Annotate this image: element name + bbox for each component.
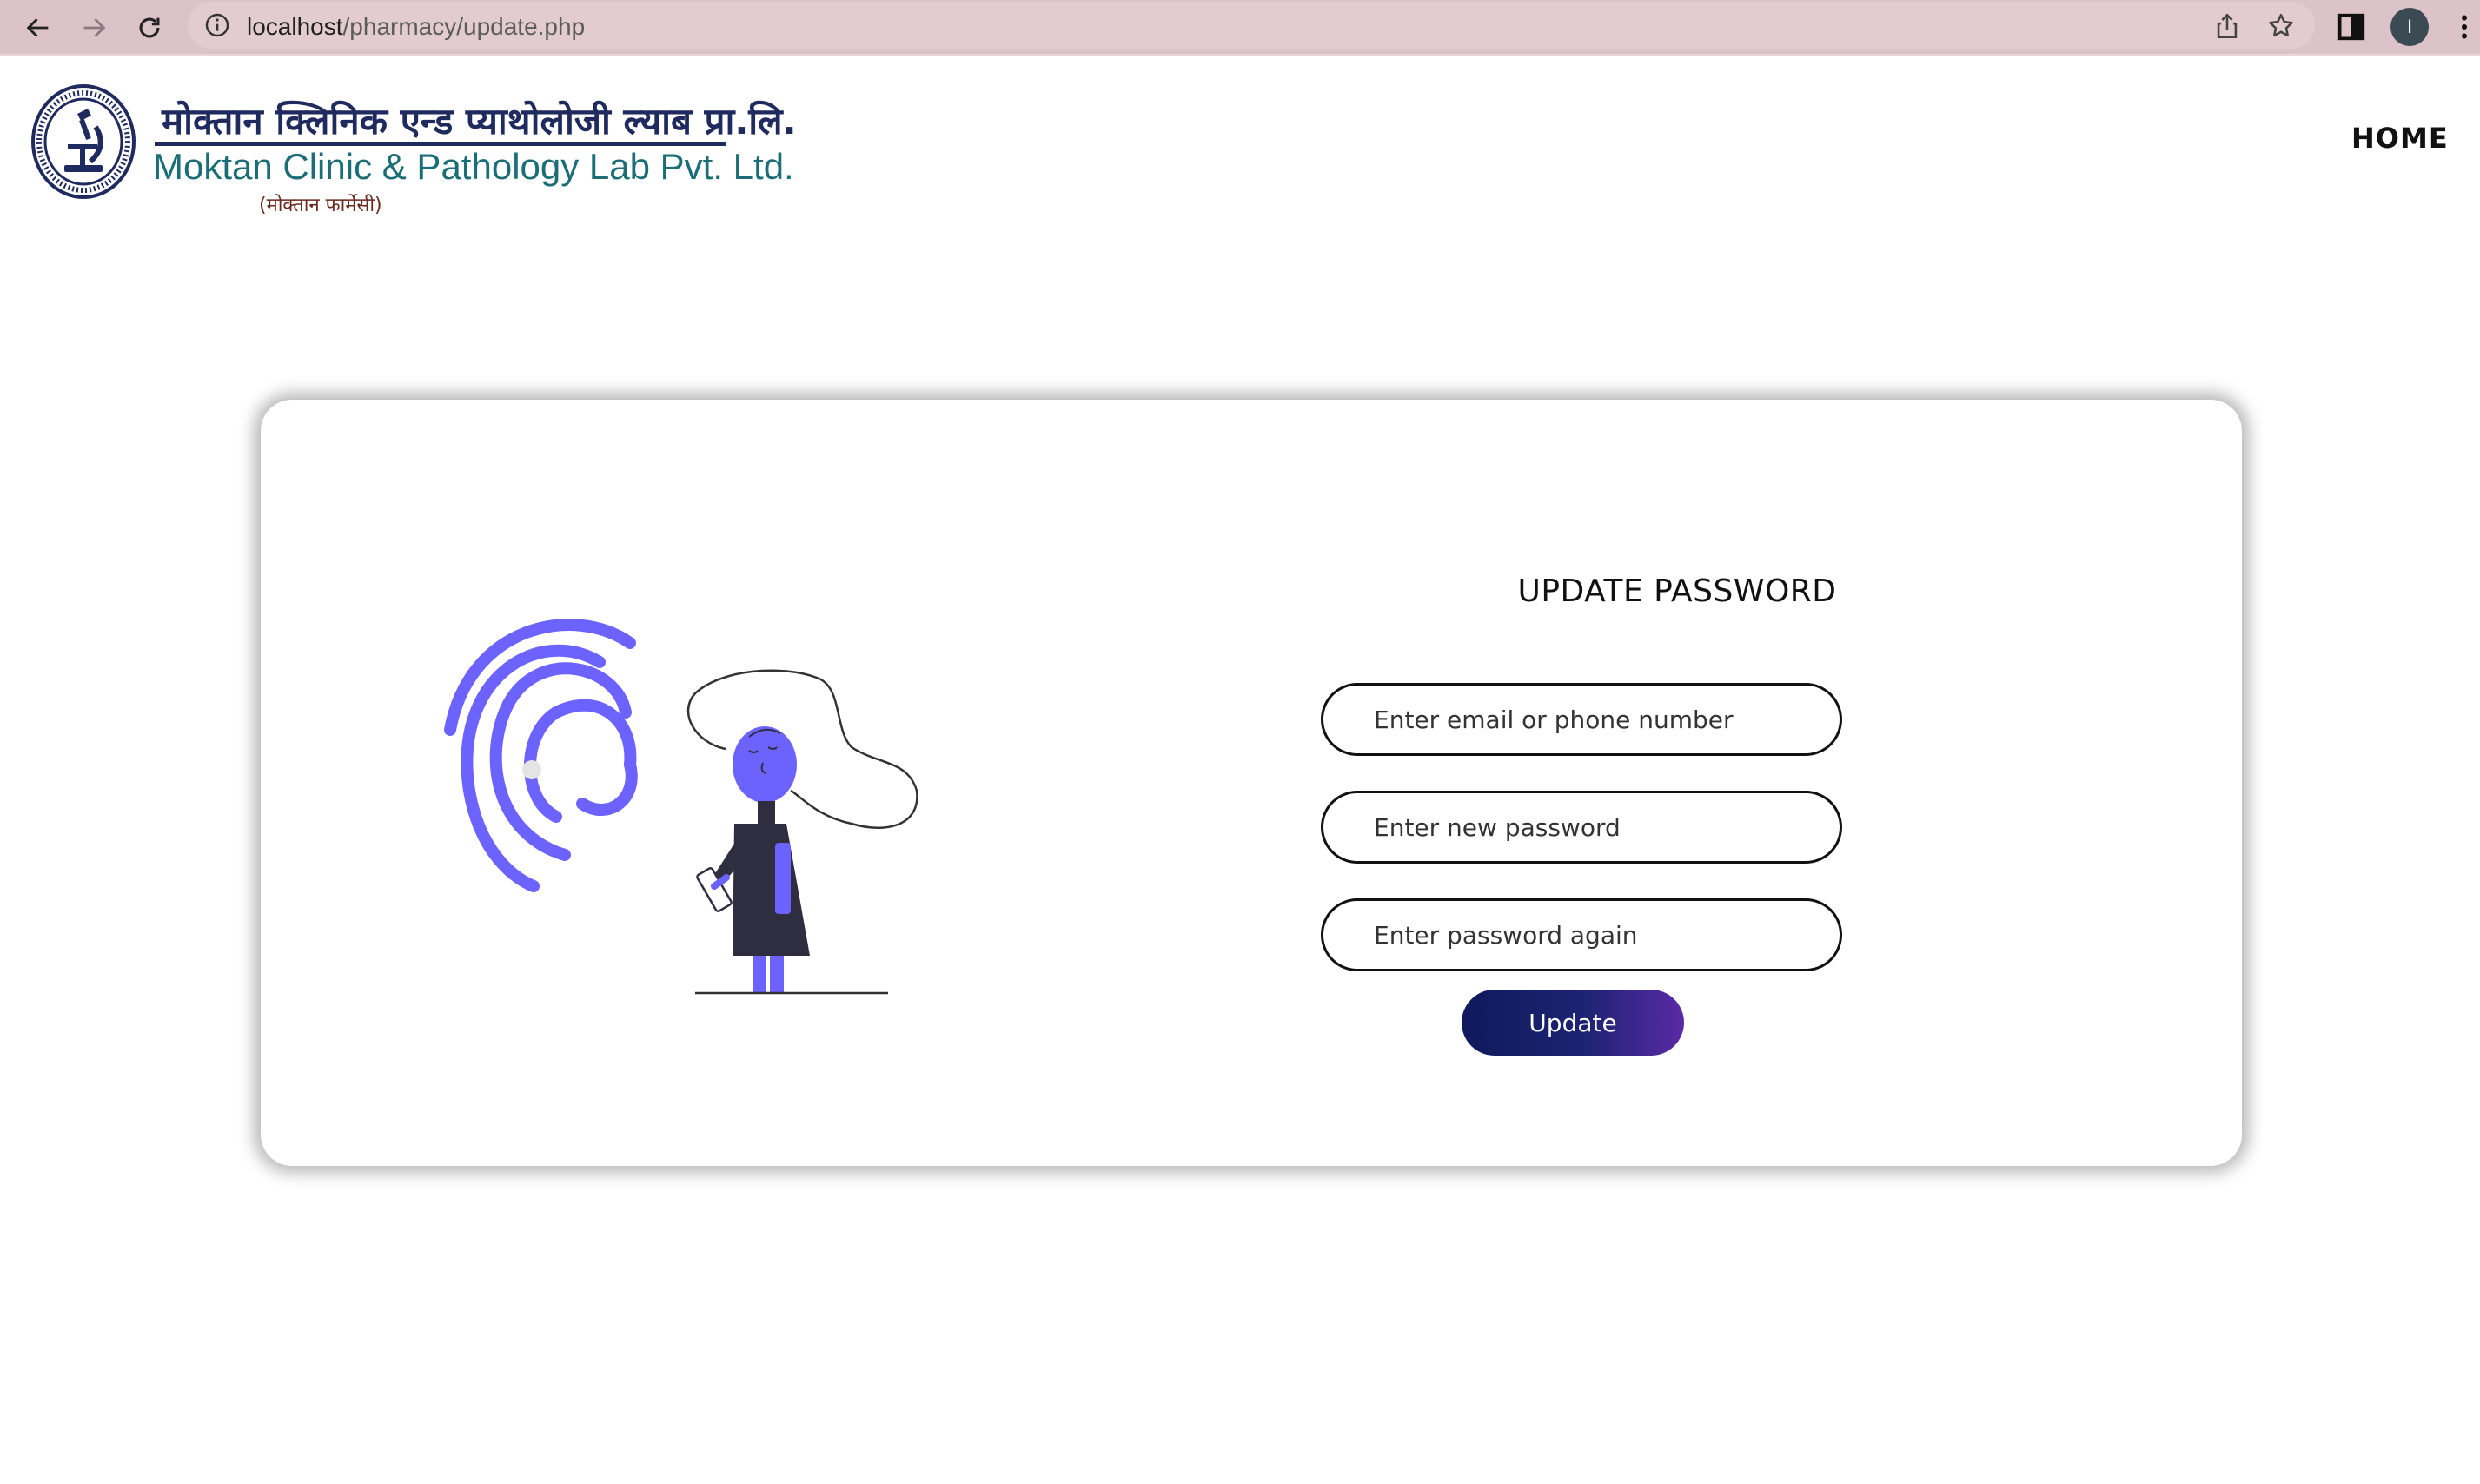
email-phone-input[interactable] — [1321, 683, 1842, 756]
star-icon[interactable] — [2266, 11, 2296, 41]
browser-toolbar: localhost/pharmacy/update.php I — [0, 0, 2480, 56]
fingerprint-icon — [444, 619, 638, 892]
reload-button[interactable] — [129, 7, 170, 49]
side-panel-icon[interactable] — [2334, 10, 2369, 44]
url-text: localhost/pharmacy/update.php — [247, 13, 586, 40]
new-password-input[interactable] — [1321, 791, 1842, 864]
kebab-menu-icon[interactable] — [2449, 10, 2480, 44]
avatar[interactable]: I — [2390, 8, 2429, 46]
fingerprint-person-illustration — [444, 619, 918, 995]
back-button[interactable] — [17, 7, 59, 49]
brand-subtitle: (मोक्तान फार्मेसी) — [259, 195, 382, 216]
address-bar[interactable]: localhost/pharmacy/update.php — [188, 2, 2315, 49]
confirm-password-input[interactable] — [1321, 898, 1842, 971]
forward-arrow-icon — [83, 18, 106, 37]
clinic-logo — [31, 84, 136, 199]
info-icon[interactable] — [203, 11, 231, 39]
nav-home-link[interactable]: HOME — [2351, 122, 2449, 155]
share-icon[interactable] — [2212, 11, 2242, 41]
forward-button[interactable] — [73, 7, 115, 49]
update-password-card: UPDATE PASSWORD Update — [261, 400, 2242, 1166]
form-title: UPDATE PASSWORD — [1517, 573, 1837, 609]
update-button[interactable]: Update — [1462, 990, 1684, 1056]
brand-name-english: Moktan Clinic & Pathology Lab Pvt. Ltd. — [153, 146, 794, 187]
brand-name-nepali: मोक्तान क्लिनिक एन्ड प्याथोलोजी ल्याब प्… — [162, 100, 797, 142]
reload-icon — [139, 17, 160, 38]
back-arrow-icon — [26, 18, 49, 37]
